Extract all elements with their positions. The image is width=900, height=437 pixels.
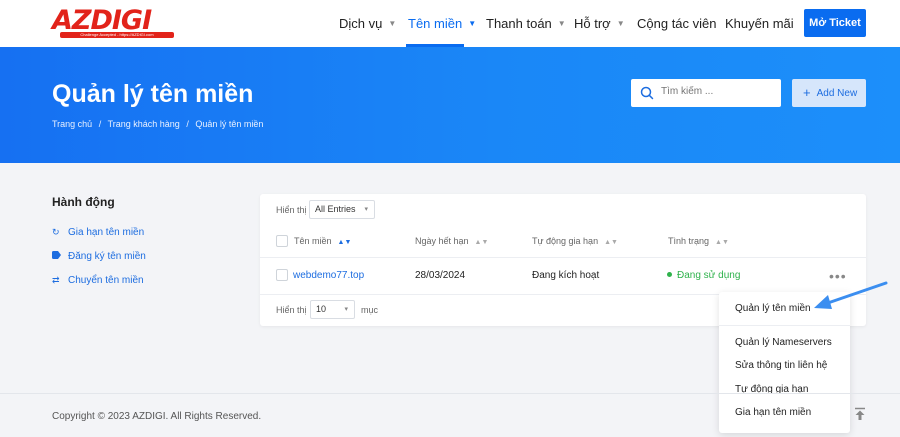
top-navbar: AZDIGI Challenge Accepted - https://AZDI… <box>0 0 900 47</box>
copyright-text: Copyright © 2023 AZDIGI. All Rights Rese… <box>52 411 262 422</box>
annotation-arrow-icon <box>814 281 888 309</box>
breadcrumb-home[interactable]: Trang chủ <box>52 119 92 129</box>
footer-divider <box>0 393 900 394</box>
tag-icon <box>52 251 62 261</box>
nav-label: Dịch vụ <box>339 16 383 31</box>
page-hero: Quản lý tên miền Trang chủ / Trang khách… <box>0 47 900 163</box>
plus-icon: + <box>803 85 811 100</box>
sort-icon: ▲▼ <box>337 239 352 246</box>
menu-divider <box>719 325 850 326</box>
expiry-date: 28/03/2024 <box>415 270 466 281</box>
status-dot-icon <box>667 272 672 277</box>
sidebar-item-label: Đăng ký tên miền <box>68 251 146 262</box>
menu-item-edit-contact[interactable]: Sửa thông tin liên hệ <box>735 360 827 371</box>
domain-actions-menu: Quản lý tên miền Quản lý Nameservers Sửa… <box>719 292 850 433</box>
azdigi-logo[interactable]: AZDIGI Challenge Accepted - https://AZDI… <box>52 5 176 38</box>
column-header-domain[interactable]: Tên miền ▲▼ <box>294 236 351 246</box>
nav-cong-tac-vien[interactable]: Cộng tác viên <box>637 16 717 31</box>
caret-down-icon: ▼ <box>468 19 477 28</box>
column-header-label: Tên miền <box>294 236 332 246</box>
nav-label: Thanh toán <box>486 16 552 31</box>
nav-label: Khuyến mãi <box>725 16 794 31</box>
nav-khuyen-mai[interactable]: Khuyến mãi <box>725 16 794 31</box>
page-title: Quản lý tên miền <box>52 80 254 108</box>
column-header-label: Tình trạng <box>668 236 710 246</box>
add-new-button[interactable]: + Add New <box>792 79 866 107</box>
nav-label: Tên miền <box>408 16 463 31</box>
entries-filter-select[interactable]: All Entries ▾ <box>309 200 375 219</box>
column-header-status[interactable]: Tình trạng ▲▼ <box>668 236 729 246</box>
column-header-label: Tự động gia hạn <box>532 236 599 246</box>
per-page-suffix: mục <box>361 305 379 315</box>
sort-icon: ▲▼ <box>474 239 489 246</box>
nav-dich-vu[interactable]: Dịch vụ ▼ <box>339 16 396 31</box>
auto-renew-value: Đang kích hoạt <box>532 270 600 281</box>
chevron-down-icon: ▾ <box>344 306 348 313</box>
breadcrumb-current: Quản lý tên miền <box>195 119 264 129</box>
per-page-label: Hiển thị <box>276 305 307 315</box>
entries-filter-value: All Entries <box>315 204 356 214</box>
column-header-expiry[interactable]: Ngày hết hạn ▲▼ <box>415 236 488 246</box>
sidebar-item-label: Gia hạn tên miền <box>68 227 145 238</box>
caret-down-icon: ▼ <box>557 19 566 28</box>
show-entries-label: Hiển thị <box>276 205 307 215</box>
breadcrumb-separator: / <box>98 119 102 129</box>
status-badge: Đang sử dụng <box>667 270 740 281</box>
add-new-label: Add New <box>816 88 858 99</box>
per-page-select[interactable]: 10 ▾ <box>310 300 355 319</box>
transfer-icon: ⇄ <box>52 275 60 285</box>
breadcrumb-client-area[interactable]: Trang khách hàng <box>108 119 180 129</box>
chevron-down-icon: ▾ <box>364 206 368 213</box>
sidebar-item-transfer-domain[interactable]: ⇄ Chuyển tên miền <box>52 275 144 286</box>
sort-icon: ▲▼ <box>604 239 618 246</box>
nav-label: Hỗ trợ <box>574 16 611 31</box>
search-input[interactable] <box>661 86 771 97</box>
sidebar-item-label: Chuyển tên miền <box>68 275 144 286</box>
per-page-value: 10 <box>316 304 327 314</box>
search-box[interactable] <box>631 79 781 107</box>
menu-item-renew-domain[interactable]: Gia hạn tên miền <box>735 407 811 418</box>
column-header-label: Ngày hết hạn <box>415 236 469 246</box>
sidebar-item-register-domain[interactable]: Đăng ký tên miền <box>52 251 146 262</box>
search-icon <box>640 86 654 100</box>
caret-down-icon: ▼ <box>388 19 397 28</box>
nav-label: Cộng tác viên <box>637 16 717 31</box>
column-header-auto-renew[interactable]: Tự động gia hạn ▲▼ <box>532 236 618 246</box>
sidebar-title: Hành động <box>52 195 115 209</box>
refresh-icon: ↻ <box>52 227 60 237</box>
breadcrumb-separator: / <box>186 119 189 129</box>
sort-icon: ▲▼ <box>715 239 729 246</box>
breadcrumb: Trang chủ / Trang khách hàng / Quản lý t… <box>52 119 267 129</box>
back-to-top-icon[interactable] <box>853 407 867 421</box>
row-checkbox[interactable] <box>276 269 288 281</box>
menu-item-manage-domain[interactable]: Quản lý tên miền <box>735 303 811 314</box>
menu-item-manage-nameservers[interactable]: Quản lý Nameservers <box>735 337 832 348</box>
domain-link[interactable]: webdemo77.top <box>293 270 364 281</box>
open-ticket-button[interactable]: Mở Ticket <box>804 9 866 37</box>
nav-thanh-toan[interactable]: Thanh toán ▼ <box>486 16 566 31</box>
row-divider <box>260 257 866 258</box>
status-label: Đang sử dụng <box>677 270 741 281</box>
caret-down-icon: ▼ <box>616 19 625 28</box>
sidebar-item-renew-domain[interactable]: ↻ Gia hạn tên miền <box>52 227 144 238</box>
nav-ho-tro[interactable]: Hỗ trợ ▼ <box>574 16 625 31</box>
select-all-checkbox[interactable] <box>276 235 288 247</box>
nav-ten-mien[interactable]: Tên miền ▼ <box>408 16 476 31</box>
logo-tagline: Challenge Accepted - https://AZDIGI.com <box>60 32 174 38</box>
